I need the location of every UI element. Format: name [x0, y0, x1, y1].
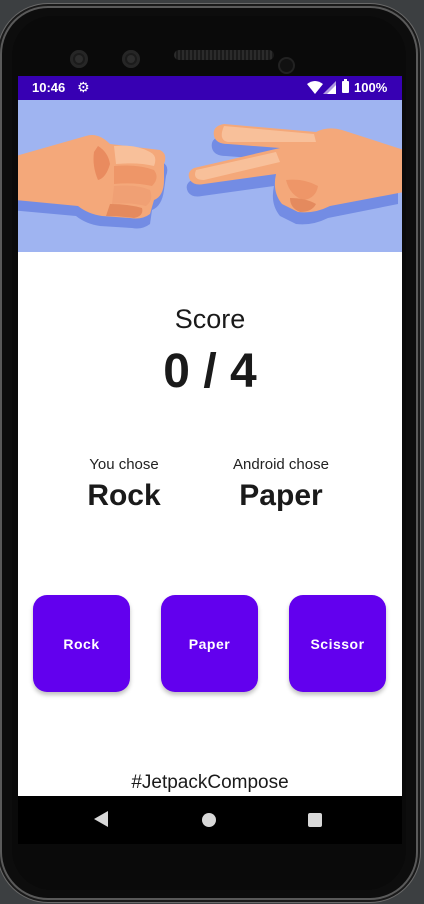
android-choice-value: Paper [239, 479, 323, 512]
back-icon[interactable] [94, 811, 108, 827]
scissors-hand-icon [186, 124, 402, 225]
recents-icon[interactable] [308, 813, 322, 827]
battery-percent: 100% [354, 80, 388, 95]
home-icon[interactable] [202, 813, 216, 827]
hero-illustration [18, 124, 402, 229]
front-sensor-icon [122, 50, 140, 68]
status-bar: 10:46 ⚙ 100% [18, 76, 402, 100]
paper-button[interactable]: Paper [161, 595, 258, 692]
fist-rock-hand-icon [18, 135, 168, 229]
footer-hashtag: #JetpackCompose [131, 772, 289, 793]
status-time: 10:46 [32, 80, 66, 95]
wifi-icon [307, 81, 323, 94]
navigation-bar [18, 796, 402, 844]
android-choice-caption: Android chose [233, 456, 329, 473]
android-choice: Android chose Paper [201, 456, 361, 513]
app-screen: 10:46 ⚙ 100% Score 0 / 4 You chose Rock … [18, 76, 402, 844]
earpiece-speaker [174, 50, 274, 60]
score-value: 0 / 4 [163, 345, 257, 398]
proximity-sensor [280, 59, 293, 72]
player-choice-caption: You chose [89, 456, 159, 473]
battery-icon [342, 79, 349, 93]
settings-icon: ⚙ [77, 79, 90, 95]
hero-banner [18, 100, 402, 252]
player-choice-value: Rock [87, 479, 161, 512]
score-label: Score [174, 304, 246, 334]
front-camera-icon [70, 50, 88, 68]
rock-button[interactable]: Rock [33, 595, 130, 692]
signal-icon [323, 81, 336, 94]
player-choice: You chose Rock [44, 456, 204, 513]
scissor-button[interactable]: Scissor [289, 595, 386, 692]
